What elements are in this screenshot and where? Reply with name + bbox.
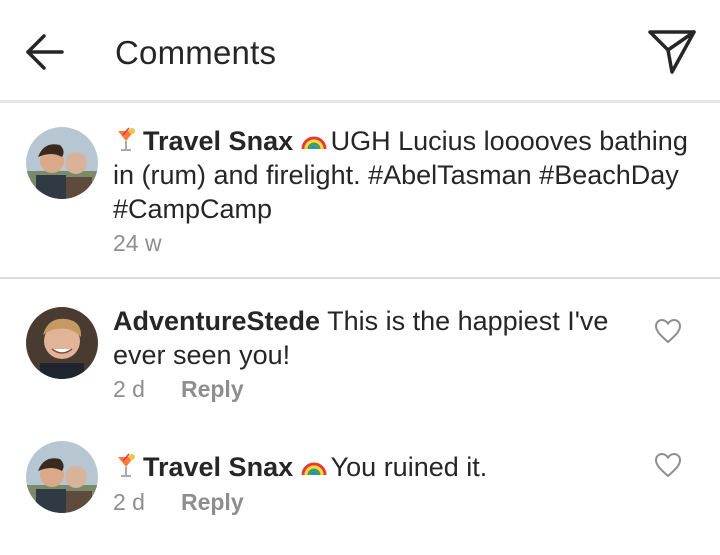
caption-text: Travel Snax UGH Lucius looooves bathing … (113, 124, 713, 226)
comment-username[interactable]: AdventureStede (113, 306, 320, 336)
caption-divider (0, 277, 720, 279)
tropical-drink-emoji (113, 127, 139, 153)
caption-line-2: in (rum) and firelight. #AbelTasman #Bea… (113, 160, 679, 190)
avatar-photo (26, 127, 98, 199)
comment-line-1: You ruined it. (330, 452, 488, 482)
avatar[interactable] (26, 441, 98, 513)
caption-line-3: #CampCamp (113, 194, 273, 224)
avatar-photo (26, 441, 98, 513)
comment-meta: 2 d Reply (113, 488, 244, 516)
like-button[interactable] (654, 318, 682, 344)
rainbow-emoji (301, 127, 327, 153)
paper-plane-icon (648, 30, 696, 74)
rainbow-emoji (301, 453, 327, 479)
comment-text: Travel Snax You ruined it. (113, 450, 633, 484)
comment-meta: 2 d Reply (113, 375, 244, 403)
page-title: Comments (115, 34, 277, 71)
arrow-left-icon (26, 34, 64, 70)
heart-icon (654, 452, 682, 478)
comment-text: AdventureStede This is the happiest I've… (113, 304, 633, 372)
avatar[interactable] (26, 307, 98, 379)
back-button[interactable] (24, 32, 66, 72)
like-button[interactable] (654, 452, 682, 478)
comment-line-1: This is the happiest I've (327, 306, 609, 336)
reply-button[interactable]: Reply (181, 489, 244, 515)
comment-timestamp: 2 d (113, 376, 145, 402)
caption-line-1: UGH Lucius looooves bathing (330, 126, 688, 156)
top-app-bar: Comments (0, 0, 720, 103)
share-button[interactable] (646, 26, 698, 76)
reply-button[interactable]: Reply (181, 376, 244, 402)
comment-username[interactable]: Travel Snax (143, 452, 293, 482)
tropical-drink-emoji (113, 453, 139, 479)
avatar-photo (26, 307, 98, 379)
caption-username[interactable]: Travel Snax (143, 126, 293, 156)
comment-timestamp: 2 d (113, 489, 145, 515)
comment-line-2: ever seen you! (113, 340, 291, 370)
caption-timestamp: 24 w (113, 230, 162, 256)
heart-icon (654, 318, 682, 344)
avatar[interactable] (26, 127, 98, 199)
